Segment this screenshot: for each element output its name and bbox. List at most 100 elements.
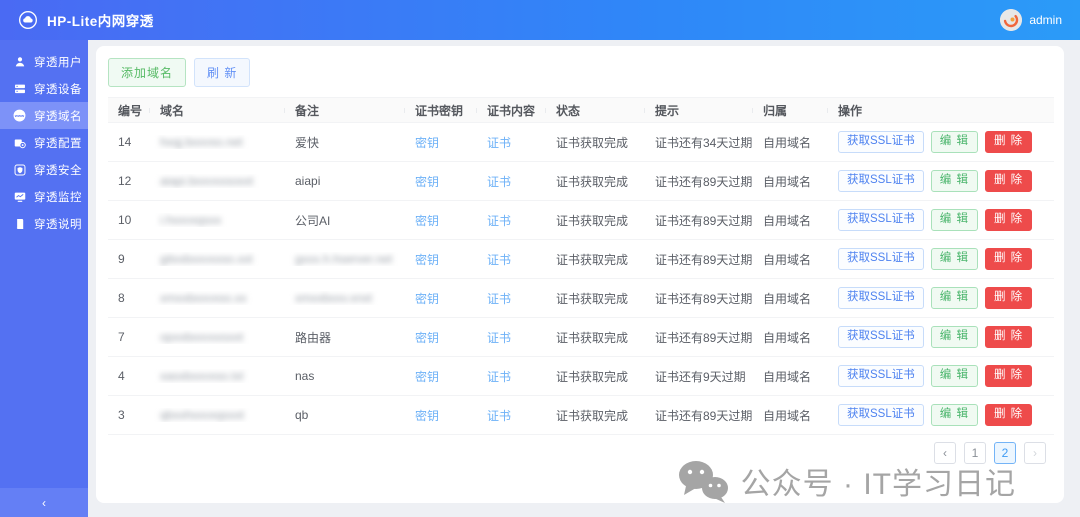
cell-owner: 自用域名 xyxy=(753,329,828,346)
get-ssl-cert-button[interactable]: 获取SSL证书 xyxy=(838,170,924,192)
domain-text: hxqj.bxxvso.net xyxy=(160,135,243,149)
delete-button[interactable]: 删 除 xyxy=(985,326,1032,348)
cert-content-link[interactable]: 证书 xyxy=(487,136,511,150)
cell-cert-key: 密钥 xyxy=(405,173,477,190)
cert-content-link[interactable]: 证书 xyxy=(487,175,511,189)
edit-button[interactable]: 编 辑 xyxy=(931,209,978,231)
cell-status: 证书获取完成 xyxy=(546,212,645,229)
cert-key-link[interactable]: 密钥 xyxy=(415,214,439,228)
app-logo-cloud-icon xyxy=(18,10,38,30)
delete-button[interactable]: 删 除 xyxy=(985,131,1032,153)
cert-key-link[interactable]: 密钥 xyxy=(415,331,439,345)
domain-text: xasxbxxvxso.txl xyxy=(160,369,243,383)
cell-cert-key: 密钥 xyxy=(405,134,477,151)
cert-key-link[interactable]: 密钥 xyxy=(415,253,439,267)
get-ssl-cert-button[interactable]: 获取SSL证书 xyxy=(838,287,924,309)
remark-text: 爱快 xyxy=(295,136,319,150)
sidebar-item-domains[interactable]: www 穿透域名 xyxy=(0,102,88,129)
cert-content-link[interactable]: 证书 xyxy=(487,370,511,384)
cell-remark: xmxxbxxv.xnxt xyxy=(285,291,405,305)
sidebar-item-label: 穿透监控 xyxy=(34,189,82,205)
user-avatar xyxy=(1000,9,1022,31)
edit-button[interactable]: 编 辑 xyxy=(931,287,978,309)
delete-button[interactable]: 删 除 xyxy=(985,287,1032,309)
sidebar-item-users[interactable]: 穿透用户 xyxy=(0,48,88,75)
table-row: 4 xasxbxxvxso.txl nas 密钥 证书 证书获取完成 证书还有9… xyxy=(108,357,1054,396)
delete-button[interactable]: 删 除 xyxy=(985,404,1032,426)
sidebar-collapse-button[interactable]: ‹ xyxy=(0,488,88,517)
delete-button[interactable]: 删 除 xyxy=(985,170,1032,192)
cell-hint: 证书还有89天过期 xyxy=(645,212,753,229)
edit-button[interactable]: 编 辑 xyxy=(931,326,978,348)
cell-actions: 获取SSL证书 编 辑 删 除 xyxy=(828,287,1054,309)
sidebar-item-security[interactable]: 穿透安全 xyxy=(0,156,88,183)
cell-hint: 证书还有89天过期 xyxy=(645,329,753,346)
sidebar-item-label: 穿透设备 xyxy=(34,81,82,97)
cell-remark: 公司AI xyxy=(285,212,405,229)
refresh-button[interactable]: 刷 新 xyxy=(194,58,250,87)
username-label: admin xyxy=(1029,13,1062,27)
cell-id: 3 xyxy=(108,408,150,422)
get-ssl-cert-button[interactable]: 获取SSL证书 xyxy=(838,209,924,231)
domains-table: 编号 域名 备注 证书密钥 证书内容 状态 提示 归属 操作 14 hxqj.b… xyxy=(108,97,1054,435)
cell-actions: 获取SSL证书 编 辑 删 除 xyxy=(828,170,1054,192)
remark-text: xmxxbxxv.xnxt xyxy=(295,291,372,305)
cert-content-link[interactable]: 证书 xyxy=(487,292,511,306)
domain-www-icon: www xyxy=(12,108,27,123)
cert-content-link[interactable]: 证书 xyxy=(487,253,511,267)
delete-button[interactable]: 删 除 xyxy=(985,209,1032,231)
cell-actions: 获取SSL证书 编 辑 删 除 xyxy=(828,404,1054,426)
cell-status: 证书获取完成 xyxy=(546,173,645,190)
cert-key-link[interactable]: 密钥 xyxy=(415,292,439,306)
table-row: 7 opxxbxxvxxsxxt 路由器 密钥 证书 证书获取完成 证书还有89… xyxy=(108,318,1054,357)
edit-button[interactable]: 编 辑 xyxy=(931,170,978,192)
delete-button[interactable]: 删 除 xyxy=(985,248,1032,270)
delete-button[interactable]: 删 除 xyxy=(985,365,1032,387)
cell-cert-key: 密钥 xyxy=(405,329,477,346)
cell-owner: 自用域名 xyxy=(753,134,828,151)
cert-key-link[interactable]: 密钥 xyxy=(415,136,439,150)
edit-button[interactable]: 编 辑 xyxy=(931,131,978,153)
domain-text: aiapi.bxxvxxsoxxt xyxy=(160,174,253,188)
cert-content-link[interactable]: 证书 xyxy=(487,214,511,228)
cell-cert-content: 证书 xyxy=(477,134,546,151)
cert-key-link[interactable]: 密钥 xyxy=(415,370,439,384)
remark-text: nas xyxy=(295,369,314,383)
sidebar-item-config[interactable]: 穿透配置 xyxy=(0,129,88,156)
cert-content-link[interactable]: 证书 xyxy=(487,331,511,345)
cert-content-link[interactable]: 证书 xyxy=(487,409,511,423)
col-header-status: 状态 xyxy=(546,102,645,119)
pagination-next-button[interactable]: › xyxy=(1024,442,1046,464)
col-header-id: 编号 xyxy=(108,102,150,119)
sidebar-item-label: 穿透用户 xyxy=(34,54,82,70)
device-icon xyxy=(12,81,27,96)
cell-id: 9 xyxy=(108,252,150,266)
get-ssl-cert-button[interactable]: 获取SSL证书 xyxy=(838,326,924,348)
edit-button[interactable]: 编 辑 xyxy=(931,248,978,270)
cell-domain: i.hxxvxqsxx xyxy=(150,213,285,227)
top-header: HP-Lite内网穿透 admin xyxy=(0,0,1080,40)
cell-remark: 爱快 xyxy=(285,134,405,151)
get-ssl-cert-button[interactable]: 获取SSL证书 xyxy=(838,365,924,387)
cert-key-link[interactable]: 密钥 xyxy=(415,409,439,423)
cell-actions: 获取SSL证书 编 辑 删 除 xyxy=(828,131,1054,153)
domain-text: qbxxhxxvxqsxxt xyxy=(160,408,244,422)
sidebar-item-devices[interactable]: 穿透设备 xyxy=(0,75,88,102)
table-row: 12 aiapi.bxxvxxsoxxt aiapi 密钥 证书 证书获取完成 … xyxy=(108,162,1054,201)
edit-button[interactable]: 编 辑 xyxy=(931,404,978,426)
chevron-left-icon: ‹ xyxy=(42,496,46,510)
get-ssl-cert-button[interactable]: 获取SSL证书 xyxy=(838,131,924,153)
cell-cert-content: 证书 xyxy=(477,251,546,268)
get-ssl-cert-button[interactable]: 获取SSL证书 xyxy=(838,248,924,270)
add-domain-button[interactable]: 添加域名 xyxy=(108,58,186,87)
sidebar-item-monitoring[interactable]: 穿透监控 xyxy=(0,183,88,210)
get-ssl-cert-button[interactable]: 获取SSL证书 xyxy=(838,404,924,426)
cell-id: 4 xyxy=(108,369,150,383)
sidebar-item-docs[interactable]: 穿透说明 xyxy=(0,210,88,237)
cell-cert-content: 证书 xyxy=(477,290,546,307)
cert-key-link[interactable]: 密钥 xyxy=(415,175,439,189)
col-header-actions: 操作 xyxy=(828,102,1054,119)
edit-button[interactable]: 编 辑 xyxy=(931,365,978,387)
col-header-domain: 域名 xyxy=(150,102,285,119)
user-menu[interactable]: admin xyxy=(1000,9,1062,31)
